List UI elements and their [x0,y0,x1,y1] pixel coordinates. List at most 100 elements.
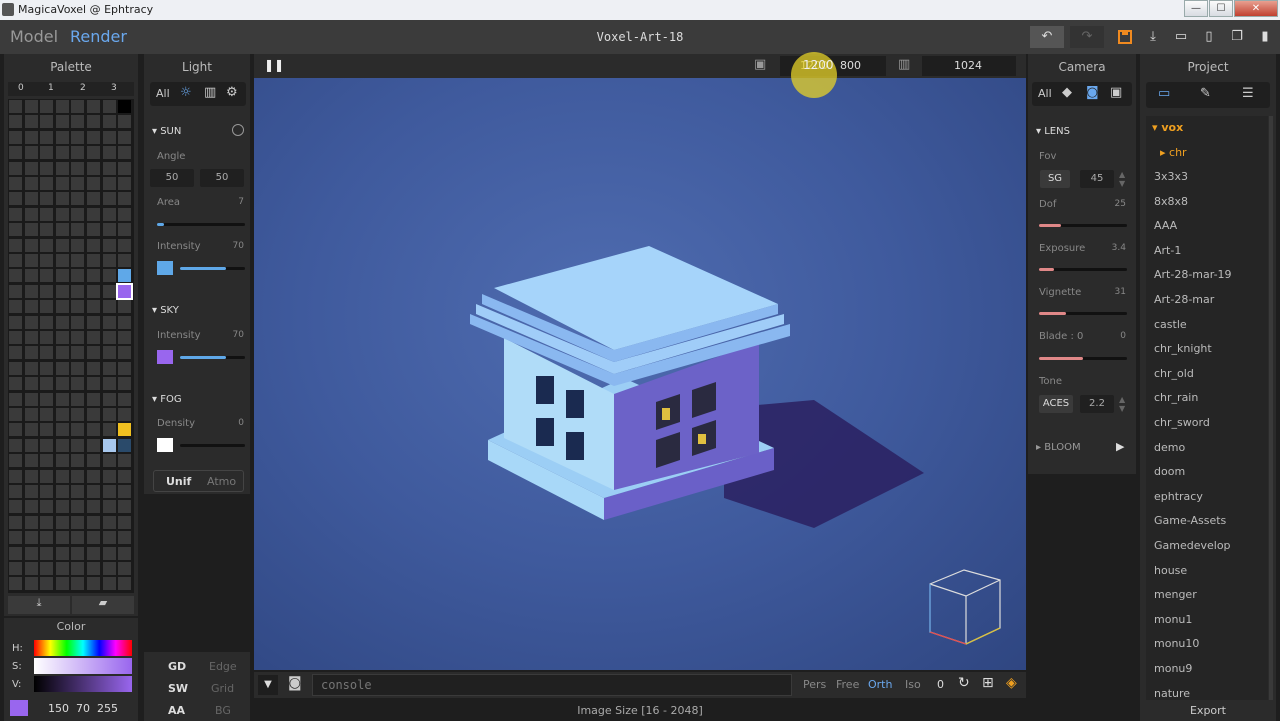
palette-swatch[interactable] [9,146,22,160]
palette-swatch[interactable] [40,500,54,514]
palette-swatch[interactable] [71,192,85,206]
palette-swatch[interactable] [87,300,100,314]
palette-swatch[interactable] [55,207,69,221]
brush-icon[interactable]: ✎ [1200,86,1211,101]
project-file-item[interactable]: menger [1154,588,1197,601]
samples-input[interactable]: 1024 [922,56,1016,76]
palette-swatch[interactable] [71,515,85,529]
project-file-item[interactable]: 3x3x3 [1154,170,1188,183]
palette-swatch[interactable] [87,269,100,283]
palette-swatch[interactable] [55,485,69,498]
palette-swatch[interactable] [40,331,54,344]
project-file-item[interactable]: monu9 [1154,662,1192,675]
fov-input[interactable]: 45 [1080,170,1114,188]
palette-swatch[interactable] [40,284,54,298]
palette-swatch[interactable] [102,392,116,406]
palette-swatch[interactable] [55,515,69,529]
palette-swatch[interactable] [24,454,38,468]
render-height-input[interactable]: 800 [840,59,861,72]
palette-swatch[interactable] [71,392,85,406]
view-iso[interactable]: Iso [905,678,921,691]
palette-swatch[interactable] [102,315,116,329]
palette-swatch[interactable] [40,531,54,545]
palette-swatch[interactable] [55,546,69,560]
palette-swatch[interactable] [9,115,22,129]
project-file-item[interactable]: monu1 [1154,613,1192,626]
palette-swatch[interactable] [40,438,54,452]
project-file-item[interactable]: monu10 [1154,637,1199,650]
palette-swatch[interactable] [9,531,22,545]
palette-swatch[interactable] [87,100,100,113]
project-file-item[interactable]: chr_rain [1154,391,1198,404]
palette-swatch[interactable] [87,546,100,560]
palette-swatch[interactable] [102,423,116,437]
view-free[interactable]: Free [836,678,859,691]
new-file-button[interactable]: ▯ [1196,26,1222,48]
palette-swatch[interactable] [24,577,38,591]
palette-swatch[interactable] [71,500,85,514]
palette-swatch[interactable] [9,100,22,113]
project-folder-chr[interactable]: ▸ chr [1160,146,1187,159]
palette-swatch[interactable] [118,192,132,206]
palette-swatch[interactable] [24,515,38,529]
palette-swatch[interactable] [71,361,85,375]
minimize-button[interactable]: — [1184,0,1208,17]
console-input[interactable] [312,674,792,696]
palette-swatch[interactable] [102,469,116,483]
view-number[interactable]: 0 [937,678,944,691]
palette-swatch[interactable] [87,500,100,514]
palette-swatch[interactable] [24,469,38,483]
palette-swatch[interactable] [118,423,132,437]
palette-swatch[interactable] [71,300,85,314]
palette-swatch[interactable] [87,577,100,591]
value-bar[interactable] [34,676,132,692]
palette-swatch[interactable] [118,469,132,483]
view-cube[interactable] [924,566,1004,650]
image-icon[interactable]: ▣ [1110,85,1122,100]
palette-swatch[interactable] [9,300,22,314]
palette-swatch[interactable] [9,346,22,360]
palette-swatch[interactable] [102,515,116,529]
palette-swatch[interactable] [118,238,132,252]
palette-swatch[interactable] [24,392,38,406]
palette-swatch[interactable] [24,438,38,452]
palette-swatch[interactable] [40,408,54,421]
palette-swatch[interactable] [87,485,100,498]
palette-swatch[interactable] [40,515,54,529]
palette-swatch[interactable] [118,177,132,190]
palette-swatch[interactable] [55,500,69,514]
palette-swatch[interactable] [24,408,38,421]
palette-swatch[interactable] [71,254,85,267]
palette-swatch[interactable] [9,377,22,391]
unif-button[interactable]: Unif [166,475,191,488]
palette-swatch[interactable] [55,115,69,129]
palette-swatch[interactable] [102,562,116,575]
tone-stepper[interactable]: ▲ ▼ [1119,395,1125,413]
palette-column-3[interactable]: 3 [111,83,117,93]
palette-swatch[interactable] [71,146,85,160]
palette-swatch[interactable] [118,115,132,129]
palette-swatch[interactable] [102,438,116,452]
palette-swatch[interactable] [24,377,38,391]
palette-swatch[interactable] [40,115,54,129]
palette-swatch[interactable] [9,408,22,421]
area-slider[interactable] [157,223,245,226]
view-orth[interactable]: Orth [868,678,892,691]
palette-swatch[interactable] [71,315,85,329]
project-file-item[interactable]: Gamedevelop [1154,539,1231,552]
fog-section-label[interactable]: ▾ FOG [152,394,182,405]
exposure-slider[interactable] [1039,268,1127,271]
rotate-view-button[interactable]: ↻ [958,675,970,691]
tab-render[interactable]: Render [70,27,127,46]
fov-mode-button[interactable]: SG [1040,170,1070,188]
palette-swatch[interactable] [102,331,116,344]
palette-swatch[interactable] [55,377,69,391]
palette-swatch[interactable] [102,115,116,129]
palette-swatch[interactable] [118,315,132,329]
palette-swatch[interactable] [87,223,100,237]
fov-stepper[interactable]: ▲ ▼ [1119,170,1125,188]
render-viewport[interactable] [254,78,1026,670]
sun-color-swatch[interactable] [157,261,173,275]
palette-swatch[interactable] [71,485,85,498]
palette-grid[interactable] [8,99,134,593]
